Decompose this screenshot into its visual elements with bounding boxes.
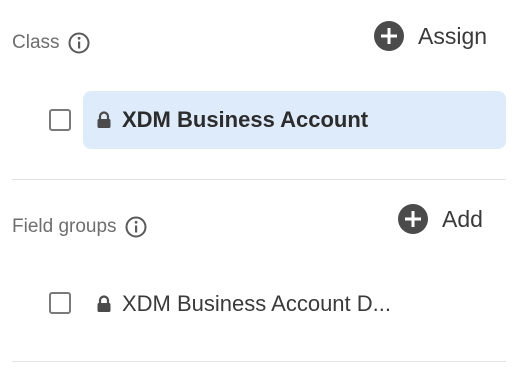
lock-icon [97, 295, 111, 312]
assign-class-button[interactable]: Assign [374, 21, 487, 51]
add-field-group-button[interactable]: Add [398, 204, 483, 234]
class-item-checkbox[interactable] [49, 109, 71, 131]
add-label: Add [442, 205, 483, 232]
class-section-header: Class [12, 32, 90, 54]
field-groups-section-header: Field groups [12, 216, 147, 238]
field-group-item-row[interactable]: XDM Business Account D... [96, 287, 391, 321]
info-icon[interactable] [125, 216, 147, 238]
lock-icon [97, 111, 111, 128]
field-groups-label: Field groups [12, 216, 117, 237]
field-group-item-checkbox[interactable] [49, 292, 71, 314]
assign-label: Assign [418, 22, 488, 49]
plus-icon [398, 204, 428, 234]
section-divider [12, 361, 506, 362]
info-icon[interactable] [68, 32, 90, 54]
section-divider [12, 179, 506, 180]
field-group-item-name: XDM Business Account D... [122, 291, 391, 316]
class-item-name: XDM Business Account [122, 107, 369, 132]
class-label: Class [12, 32, 60, 53]
class-item-row[interactable]: XDM Business Account [83, 91, 506, 149]
plus-icon [374, 21, 404, 51]
